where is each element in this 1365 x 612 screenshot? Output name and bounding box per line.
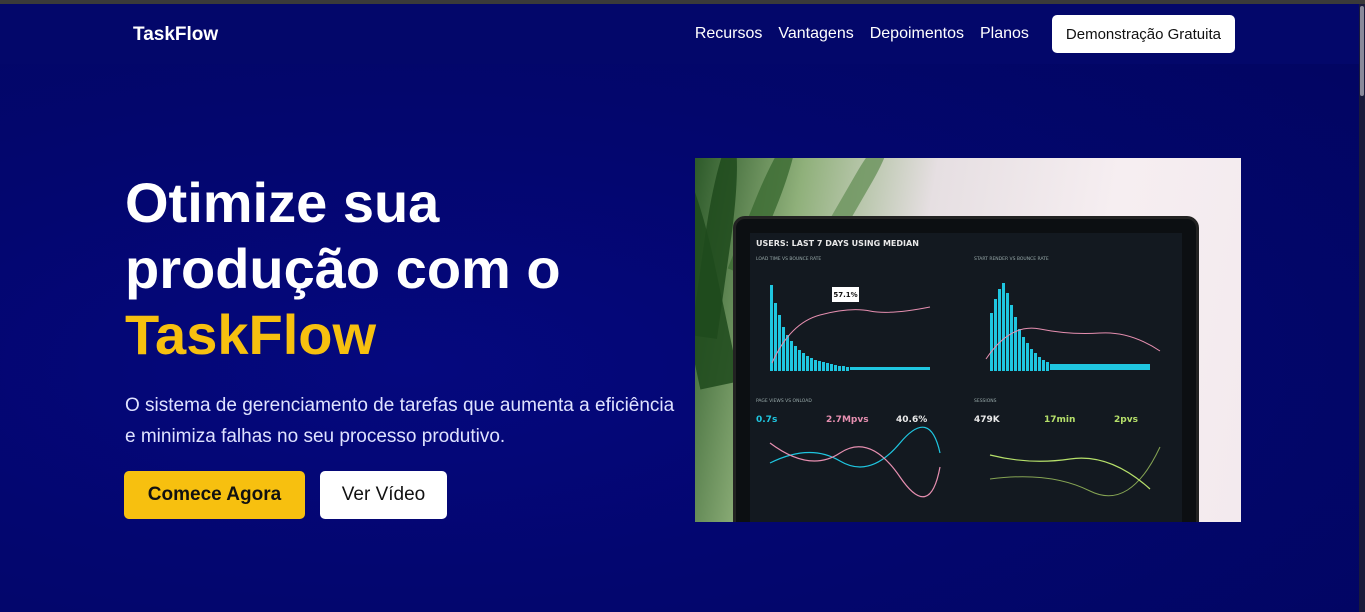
hero-title-line1: Otimize sua: [125, 171, 440, 234]
laptop-screen: USERS: LAST 7 DAYS USING MEDIAN LOAD TIM…: [750, 233, 1182, 522]
chart-tooltip: 57.1%: [832, 287, 859, 302]
nav-recursos[interactable]: Recursos: [695, 25, 763, 43]
hero-dashboard-image: USERS: LAST 7 DAYS USING MEDIAN LOAD TIM…: [695, 158, 1241, 522]
stat-value: 40.6%: [896, 415, 928, 425]
hero-title: Otimize sua produção com o TaskFlow: [125, 170, 685, 368]
stat-value: 479K: [974, 415, 1000, 425]
stat-value: 17min: [1044, 415, 1076, 425]
main-nav: Recursos Vantagens Depoimentos Planos De…: [679, 15, 1235, 53]
watch-video-button[interactable]: Ver Vídeo: [320, 471, 447, 519]
free-demo-button[interactable]: Demonstração Gratuita: [1051, 15, 1235, 53]
nav-depoimentos[interactable]: Depoimentos: [870, 25, 964, 43]
nav-planos[interactable]: Planos: [980, 25, 1029, 43]
nav-vantagens[interactable]: Vantagens: [778, 25, 853, 43]
page-scrollbar[interactable]: [1359, 4, 1365, 612]
sessions-line: [989, 454, 1151, 490]
session-length-line: [989, 446, 1161, 497]
stat-value: 0.7s: [756, 415, 778, 425]
logo[interactable]: TaskFlow: [133, 24, 218, 46]
hero-title-accent: TaskFlow: [125, 303, 377, 366]
scrollbar-thumb[interactable]: [1360, 6, 1364, 96]
histogram-right: [990, 283, 1150, 371]
dashboard-graphics: [769, 283, 1161, 498]
site-header: TaskFlow Recursos Vantagens Depoimentos …: [0, 4, 1359, 64]
stat-value: 2.7Mpvs: [826, 415, 869, 425]
onload-line: [769, 442, 941, 498]
hero-subtitle: O sistema de gerenciamento de tarefas qu…: [125, 395, 675, 447]
laptop: USERS: LAST 7 DAYS USING MEDIAN LOAD TIM…: [733, 216, 1199, 522]
start-now-button[interactable]: Comece Agora: [124, 471, 305, 519]
stat-value: 2pvs: [1114, 415, 1138, 425]
hero-title-line2: produção com o: [125, 237, 561, 300]
